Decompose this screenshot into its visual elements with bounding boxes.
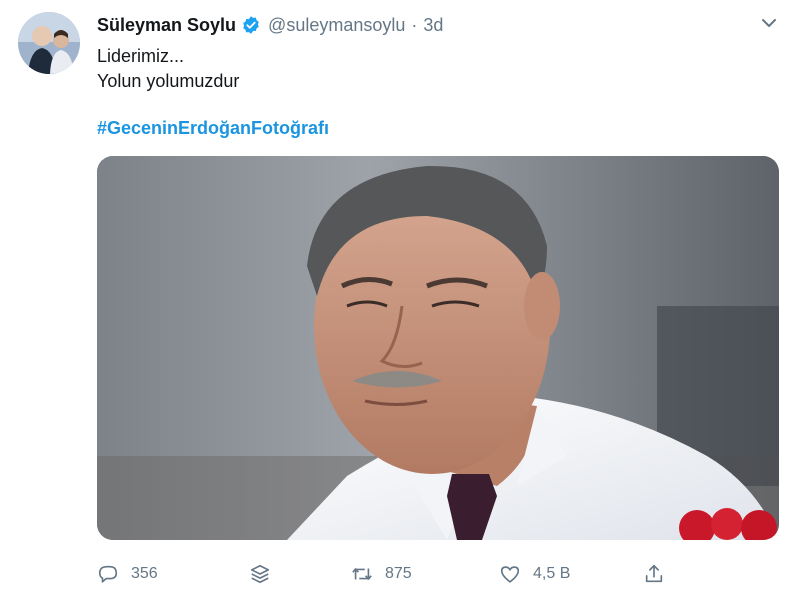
retweet-icon [352,568,372,580]
display-name[interactable]: Süleyman Soylu [97,15,236,36]
retweet-button[interactable]: 875 [351,558,412,590]
verified-badge-icon [241,15,261,35]
tweet-text-line: Liderimiz... [97,46,185,66]
profile-photo [18,12,80,74]
reply-button[interactable]: 356 [97,558,158,590]
layers-button[interactable] [249,558,271,590]
heart-icon [500,566,520,583]
layers-icon [250,564,270,584]
user-handle[interactable]: @suleymansoylu [268,15,405,36]
timestamp[interactable]: 3d [423,15,443,36]
tweet-photo[interactable] [97,156,779,540]
like-button[interactable]: 4,5 B [499,558,570,590]
separator-dot: · [411,14,418,35]
share-button[interactable] [643,558,665,590]
tweet-text: Liderimiz... Yolun yolumuzdur [97,44,239,94]
portrait-photo [97,156,779,540]
reply-icon [98,565,118,583]
tweet[interactable]: Süleyman Soylu @suleymansoylu · 3d Lider… [0,0,800,604]
reply-count: 356 [131,565,158,582]
retweet-count: 875 [385,565,412,582]
share-icon [645,564,663,583]
tweet-header: Süleyman Soylu @suleymansoylu · 3d [97,12,443,38]
like-count: 4,5 B [533,565,571,582]
avatar[interactable] [18,12,80,74]
tweet-actions: 356 875 4,5 B [97,558,677,590]
hashtag-link[interactable]: #GeceninErdoğanFotoğrafı [97,118,329,139]
tweet-text-line: Yolun yolumuzdur [97,71,240,91]
chevron-down-icon[interactable] [760,14,778,32]
